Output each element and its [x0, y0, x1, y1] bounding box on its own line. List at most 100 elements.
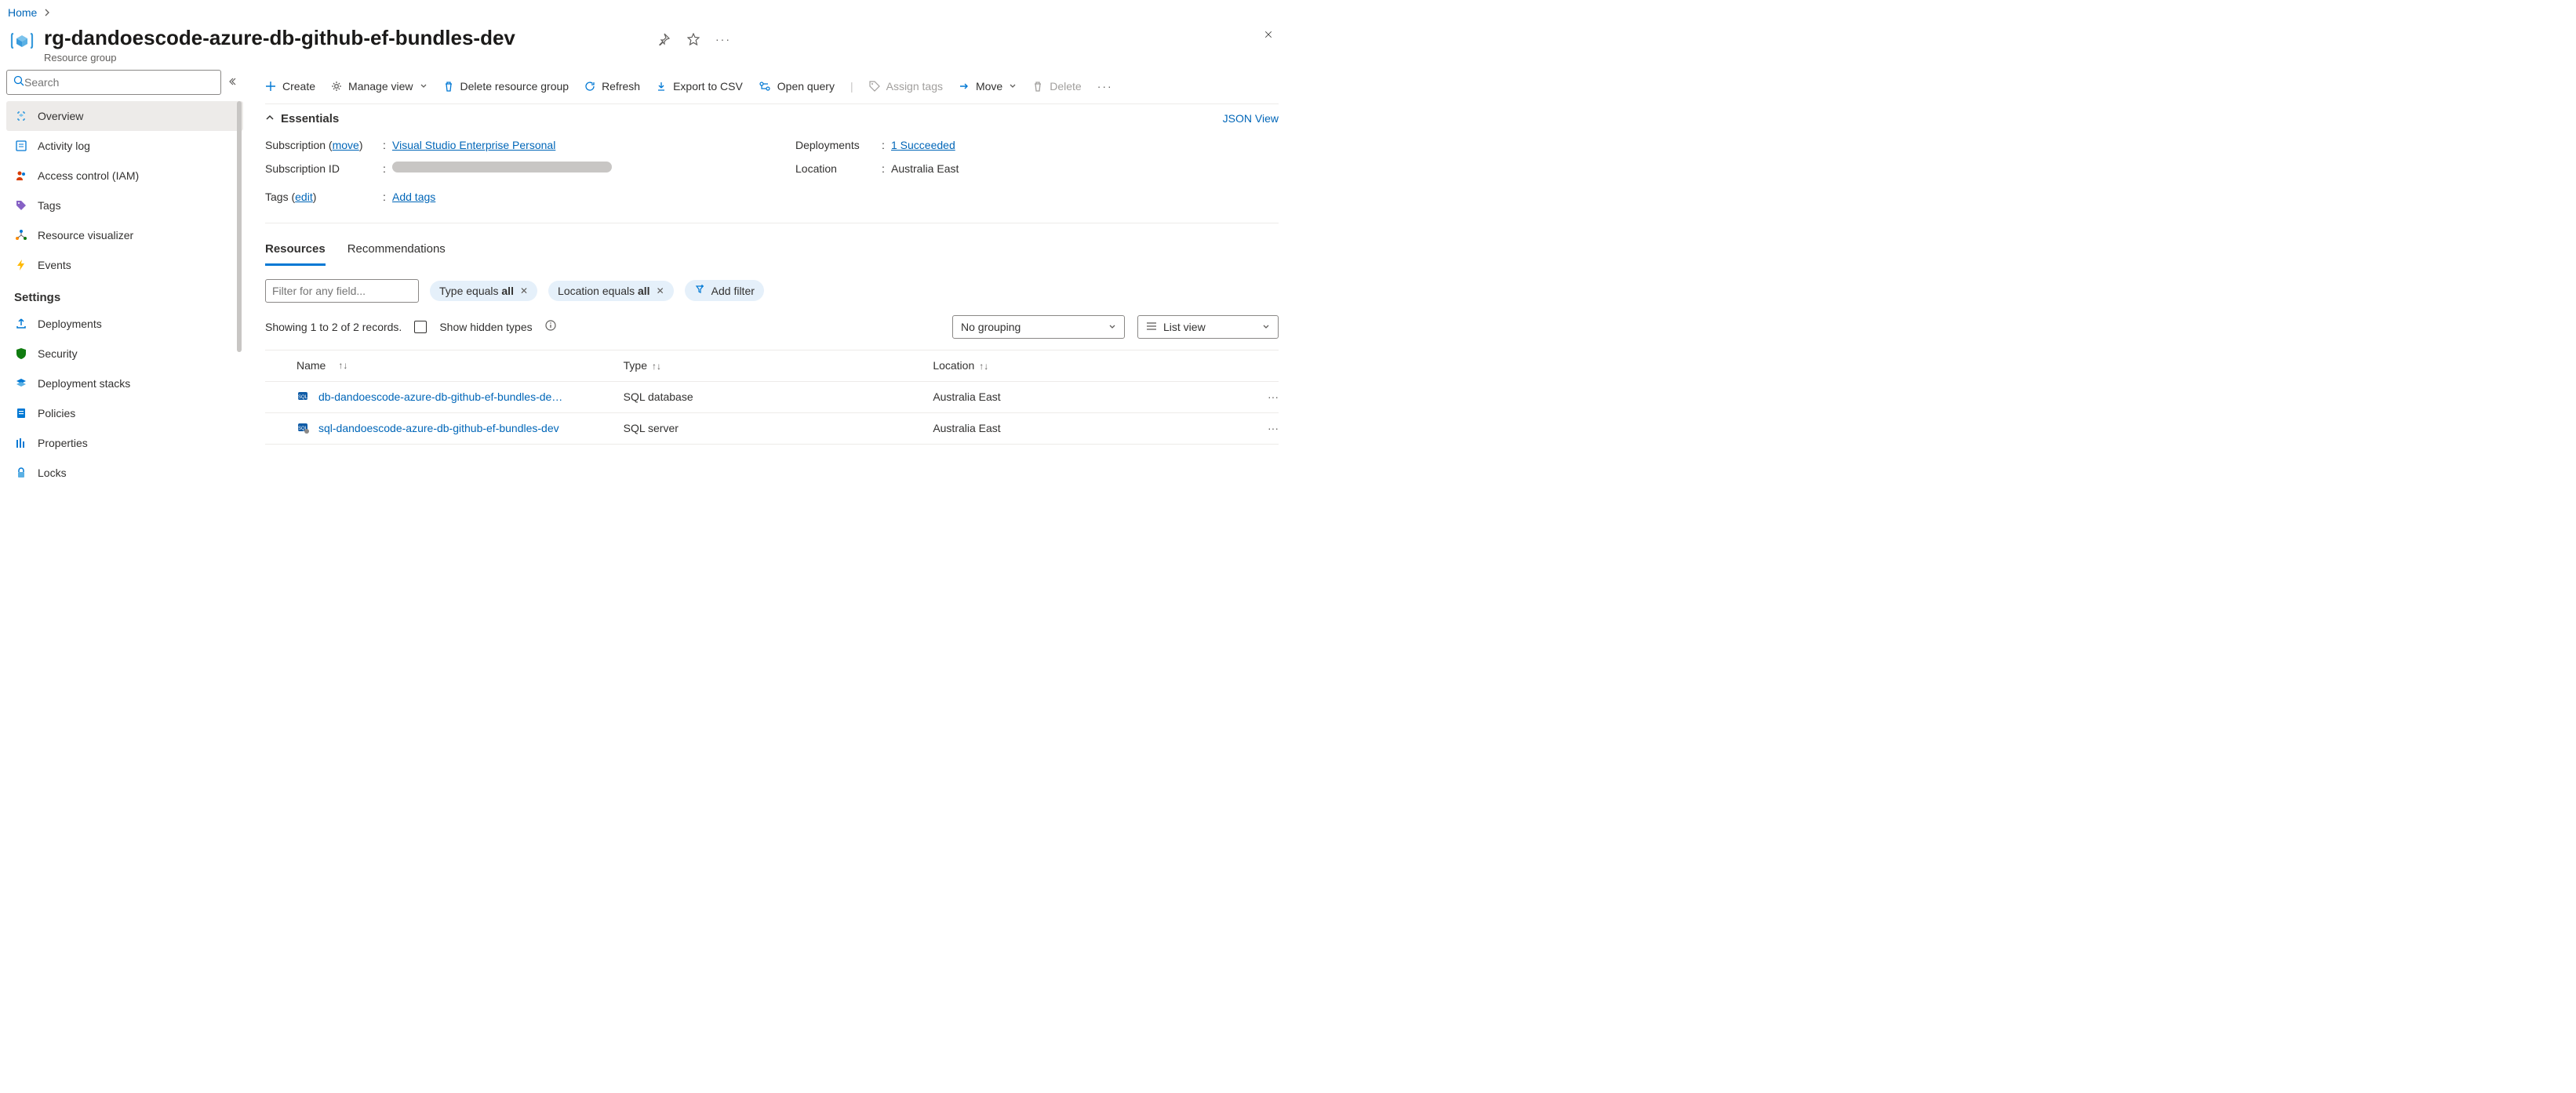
resource-location: Australia East [933, 390, 1243, 403]
more-icon[interactable]: ··· [715, 31, 731, 47]
pin-icon[interactable] [656, 31, 671, 47]
deployments-value-link[interactable]: 1 Succeeded [891, 139, 955, 151]
col-header-name[interactable]: Name↑↓ [297, 359, 624, 372]
essentials-toggle[interactable]: Essentials JSON View [265, 104, 1279, 130]
scrollbar[interactable] [237, 101, 242, 352]
close-icon[interactable] [1264, 27, 1280, 42]
sidebar-item-label: Locks [38, 467, 67, 479]
subscription-id-redacted [392, 162, 612, 172]
show-hidden-label: Show hidden types [439, 321, 532, 333]
records-summary: Showing 1 to 2 of 2 records. [265, 321, 402, 333]
sidebar-item-access-control[interactable]: Access control (IAM) [6, 161, 243, 191]
subscription-id-label: Subscription ID [265, 162, 383, 175]
sidebar-item-properties[interactable]: Properties [6, 428, 243, 458]
sidebar-item-label: Policies [38, 407, 75, 419]
trash-icon [1032, 81, 1043, 92]
policies-icon [14, 406, 28, 420]
sql-database-icon: SQL [297, 390, 311, 404]
subscription-value-link[interactable]: Visual Studio Enterprise Personal [392, 139, 555, 151]
sidebar-item-label: Deployments [38, 318, 102, 330]
sidebar-item-label: Events [38, 259, 71, 271]
col-header-location[interactable]: Location↑↓ [933, 359, 1243, 372]
create-button[interactable]: Create [265, 80, 315, 93]
grouping-select[interactable]: No grouping [952, 315, 1125, 339]
resource-group-icon [8, 27, 36, 55]
collapse-sidebar-icon[interactable] [229, 76, 243, 89]
trash-icon [443, 81, 454, 92]
export-csv-button[interactable]: Export to CSV [656, 80, 743, 93]
sidebar-item-label: Access control (IAM) [38, 169, 139, 182]
view-mode-select[interactable]: List view [1137, 315, 1279, 339]
info-icon[interactable] [545, 320, 556, 333]
deployment-stacks-icon [14, 376, 28, 390]
table-row[interactable]: SQL db-dandoescode-azure-db-github-ef-bu… [265, 382, 1279, 413]
chevron-up-icon [265, 112, 275, 125]
add-tags-link[interactable]: Add tags [392, 191, 435, 203]
sidebar-item-resource-visualizer[interactable]: Resource visualizer [6, 220, 243, 250]
subscription-label: Subscription (move) [265, 139, 383, 151]
delete-resource-group-button[interactable]: Delete resource group [443, 80, 569, 93]
close-icon[interactable]: ✕ [520, 285, 528, 296]
tags-edit-link[interactable]: edit [295, 191, 313, 203]
close-icon[interactable]: ✕ [657, 285, 664, 296]
sidebar-item-activity-log[interactable]: Activity log [6, 131, 243, 161]
search-icon [13, 75, 24, 89]
sidebar-item-locks[interactable]: Locks [6, 458, 243, 488]
resources-table: Name↑↓ Type↑↓ Location↑↓ SQL db-dandoesc… [265, 350, 1279, 445]
sidebar-item-label: Activity log [38, 140, 90, 152]
tag-icon [14, 198, 28, 212]
filter-pill-type[interactable]: Type equals all ✕ [430, 281, 537, 301]
sidebar-item-events[interactable]: Events [6, 250, 243, 280]
overview-icon [14, 109, 28, 123]
tags-label: Tags (edit) [265, 191, 383, 203]
row-more-icon[interactable]: ··· [1243, 422, 1279, 434]
sidebar-item-overview[interactable]: Overview [6, 101, 243, 131]
subscription-move-link[interactable]: move [333, 139, 359, 151]
deployments-icon [14, 317, 28, 331]
row-more-icon[interactable]: ··· [1243, 390, 1279, 403]
toolbar: Create Manage view Delete resource group… [265, 70, 1279, 104]
resource-type: SQL server [624, 422, 933, 434]
sidebar-item-label: Deployment stacks [38, 377, 130, 390]
plus-icon [265, 81, 276, 92]
location-value: Australia East [891, 162, 1279, 175]
list-view-icon [1146, 321, 1157, 333]
manage-view-button[interactable]: Manage view [331, 80, 428, 93]
add-filter-button[interactable]: Add filter [685, 280, 764, 301]
svg-text:SQL: SQL [298, 395, 308, 400]
table-row[interactable]: SQL sql-dandoescode-azure-db-github-ef-b… [265, 413, 1279, 445]
sidebar-item-security[interactable]: Security [6, 339, 243, 369]
resource-type: SQL database [624, 390, 933, 403]
activity-log-icon [14, 139, 28, 153]
sidebar-item-policies[interactable]: Policies [6, 398, 243, 428]
sidebar-item-deployment-stacks[interactable]: Deployment stacks [6, 369, 243, 398]
show-hidden-checkbox[interactable] [414, 321, 427, 333]
sidebar-item-label: Properties [38, 437, 88, 449]
filter-input[interactable] [265, 279, 419, 303]
sidebar-section-settings: Settings [6, 280, 243, 309]
breadcrumb-home[interactable]: Home [8, 6, 37, 19]
tab-recommendations[interactable]: Recommendations [347, 234, 446, 266]
refresh-icon [584, 81, 595, 92]
sidebar-item-label: Tags [38, 199, 61, 212]
sort-icon: ↑↓ [652, 361, 661, 372]
resource-name-link[interactable]: sql-dandoescode-azure-db-github-ef-bundl… [318, 422, 559, 434]
move-button[interactable]: Move [959, 80, 1017, 93]
search-input[interactable] [24, 76, 214, 89]
col-header-type[interactable]: Type↑↓ [624, 359, 933, 372]
sidebar-item-deployments[interactable]: Deployments [6, 309, 243, 339]
chevron-down-icon [1108, 321, 1116, 333]
page-subtitle: Resource group [44, 52, 656, 64]
toolbar-more-icon[interactable]: ··· [1097, 80, 1113, 93]
tab-resources[interactable]: Resources [265, 234, 326, 266]
refresh-button[interactable]: Refresh [584, 80, 640, 93]
sidebar-search[interactable] [6, 70, 221, 95]
sidebar-item-label: Resource visualizer [38, 229, 133, 241]
filters-row: Type equals all ✕ Location equals all ✕ … [265, 279, 1279, 303]
star-icon[interactable] [686, 31, 701, 47]
open-query-button[interactable]: Open query [759, 80, 835, 93]
resource-name-link[interactable]: db-dandoescode-azure-db-github-ef-bundle… [318, 390, 562, 403]
json-view-link[interactable]: JSON View [1223, 112, 1279, 125]
sidebar-item-tags[interactable]: Tags [6, 191, 243, 220]
filter-pill-location[interactable]: Location equals all ✕ [548, 281, 674, 301]
